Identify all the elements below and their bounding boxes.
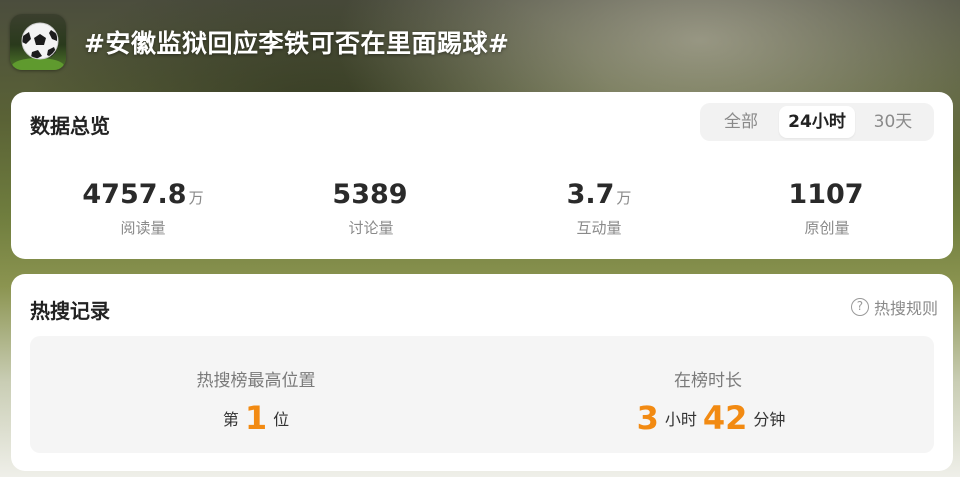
stat-discussions: 5389 讨论量	[257, 178, 485, 238]
stat-reads: 4757.8 万 阅读量	[29, 178, 257, 238]
duration-hours: 3	[636, 399, 659, 437]
stat-interactions: 3.7 万 互动量	[485, 178, 713, 238]
tab-24h[interactable]: 24小时	[779, 106, 855, 138]
rank-value: 1	[244, 399, 268, 437]
hot-search-rules-label: 热搜规则	[873, 299, 938, 318]
stats-row: 4757.8 万 阅读量 5389 讨论量 3.7 万 互动量 1107 原创量	[11, 178, 953, 238]
stat-discussions-value: 5389	[332, 179, 408, 210]
duration-label: 在榜时长	[674, 371, 742, 391]
stat-interactions-label: 互动量	[576, 219, 622, 237]
stat-originals-label: 原创量	[804, 219, 850, 237]
stat-reads-label: 阅读量	[120, 219, 166, 237]
topic-title: #安徽监狱回应李铁可否在里面踢球#	[84, 29, 510, 58]
rank-section: 热搜榜最高位置 第1位	[30, 336, 482, 453]
tab-30d[interactable]: 30天	[855, 106, 931, 138]
overview-title: 数据总览	[30, 114, 110, 138]
question-circle-icon: ?	[850, 298, 869, 316]
data-overview-card: 数据总览 全部 24小时 30天 4757.8 万 阅读量 5389 讨论量 3.…	[11, 92, 953, 259]
tab-all[interactable]: 全部	[703, 106, 779, 138]
duration-hours-unit: 小时	[664, 410, 697, 429]
rank-suffix: 位	[273, 410, 290, 429]
stat-discussions-label: 讨论量	[348, 219, 394, 237]
hot-search-rules-link[interactable]: ? 热搜规则	[850, 295, 938, 319]
rank-label: 热搜榜最高位置	[196, 371, 316, 391]
stat-interactions-value: 3.7	[566, 179, 615, 210]
duration-section: 在榜时长 3 小时 42 分钟	[482, 336, 934, 453]
hot-search-stats-box: 热搜榜最高位置 第1位 在榜时长 3 小时 42 分钟	[30, 336, 934, 453]
stat-reads-value: 4757.8	[82, 179, 187, 210]
hot-search-card: 热搜记录 ? 热搜规则 热搜榜最高位置 第1位 在榜时长 3 小时 42 分钟	[11, 274, 953, 471]
topic-header: #安徽监狱回应李铁可否在里面踢球#	[10, 12, 509, 72]
hot-search-title: 热搜记录	[30, 299, 110, 323]
stat-reads-unit: 万	[188, 189, 204, 207]
stat-interactions-unit: 万	[616, 189, 632, 207]
duration-minutes-unit: 分钟	[753, 410, 786, 429]
stat-originals: 1107 原创量	[713, 178, 941, 238]
rank-prefix: 第	[222, 410, 239, 429]
time-range-tabs: 全部 24小时 30天	[700, 103, 934, 141]
stat-originals-value: 1107	[788, 179, 864, 210]
soccer-ball-icon	[10, 14, 66, 70]
duration-minutes: 42	[702, 399, 748, 437]
